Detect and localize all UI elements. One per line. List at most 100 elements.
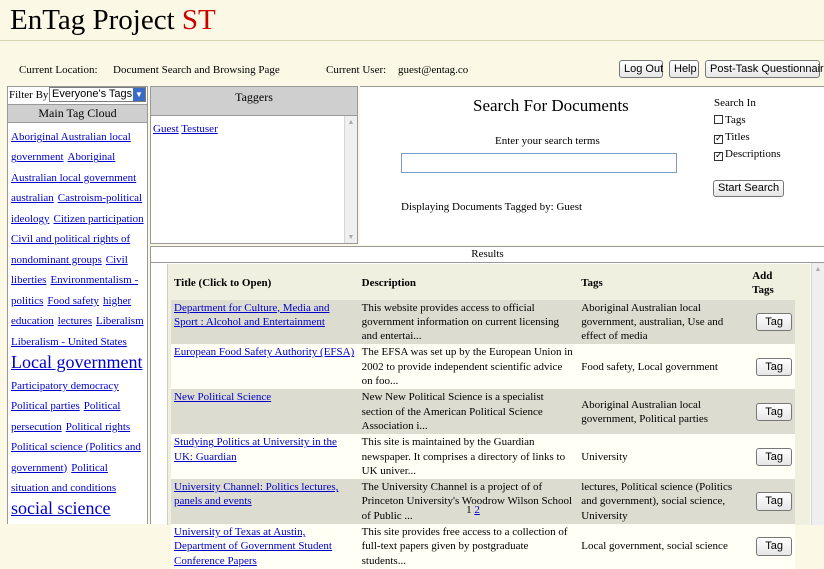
tag-cloud-item[interactable]: lectures	[58, 315, 92, 327]
add-tag-button[interactable]: Tag	[756, 312, 792, 332]
filter-label: Filter By:	[9, 89, 52, 101]
result-add-tag-cell: Tag	[749, 299, 795, 345]
descriptions-checkbox-label: Descriptions	[725, 148, 781, 160]
tag-cloud-item[interactable]: australian	[11, 192, 54, 204]
app-title-accent: ST	[181, 4, 216, 36]
column-header-add-tags: Add Tags	[752, 270, 774, 297]
result-description: This website provides access to official…	[358, 299, 579, 345]
tag-cloud-panel: Filter By: Everyone's Tags ▼ Main Tag Cl…	[7, 86, 148, 524]
result-add-tag-cell: Tag	[749, 344, 795, 390]
taggers-scrollbar[interactable]: ▲ ▼	[344, 116, 357, 243]
table-row: Studying Politics at University in the U…	[171, 434, 795, 480]
table-row: Department for Culture, Media and Sport …	[171, 299, 795, 345]
result-tags: Aboriginal Australian local government, …	[578, 389, 750, 435]
tag-cloud-item[interactable]: Liberalism	[96, 315, 144, 327]
tag-cloud-item[interactable]: Citizen participation	[54, 213, 144, 225]
search-hint: Enter your search terms	[495, 135, 600, 147]
result-title-link[interactable]: New Political Science	[174, 391, 271, 403]
result-tags: Aboriginal Australian local government, …	[578, 299, 750, 345]
descriptions-checkbox[interactable]: ✓	[714, 152, 723, 161]
tag-cloud-item[interactable]: Food safety	[47, 295, 99, 307]
search-title: Search For Documents	[473, 96, 629, 115]
search-in-options: Search In Tags ✓ Titles ✓ Descriptions	[714, 95, 781, 163]
help-button[interactable]: Help	[669, 60, 699, 78]
result-description: This site provides free access to a coll…	[358, 524, 579, 569]
results-scrollbar[interactable]: ▲	[811, 263, 824, 525]
tag-cloud-item[interactable]: Political parties	[11, 400, 80, 412]
result-description: New New Political Science is a specialis…	[358, 389, 579, 435]
tag-cloud-item[interactable]: social science	[11, 498, 110, 518]
taggers-panel: Taggers Guest Testuser ▲ ▼	[150, 86, 358, 244]
current-location-value: Document Search and Browsing Page	[113, 64, 280, 76]
tag-cloud-item[interactable]: Liberalism - United States	[11, 336, 127, 348]
result-title-cell: Department for Culture, Media and Sport …	[171, 299, 359, 345]
page-2-link[interactable]: 2	[474, 504, 480, 516]
result-add-tag-cell: Tag	[749, 389, 795, 435]
filter-selected-value: Everyone's Tags	[52, 88, 133, 100]
search-input[interactable]	[401, 153, 677, 173]
result-description: The EFSA was set up by the European Unio…	[358, 344, 579, 390]
filter-row: Filter By: Everyone's Tags ▼	[8, 87, 147, 103]
tags-checkbox-label: Tags	[725, 114, 746, 126]
results-header-row: Title (Click to Open) Description Tags A…	[171, 267, 795, 300]
search-in-label: Search In	[714, 97, 756, 109]
result-title-link[interactable]: University of Texas at Austin, Departmen…	[174, 526, 332, 567]
app-title-main: EnTag Project	[10, 4, 182, 36]
displaying-tagged-by: Displaying Documents Tagged by: Guest	[401, 201, 583, 213]
search-in-tags-option[interactable]: Tags	[714, 112, 781, 129]
app-header: EnTag Project ST	[0, 0, 824, 41]
search-panel: Search For Documents Enter your search t…	[360, 86, 824, 245]
result-title-link[interactable]: European Food Safety Authority (EFSA)	[174, 346, 354, 358]
result-title-cell: University Channel: Politics lectures, p…	[171, 479, 359, 525]
result-add-tag-cell: Tag	[749, 524, 795, 569]
result-description: This site is maintained by the Guardian …	[358, 434, 579, 480]
add-tag-button[interactable]: Tag	[756, 402, 792, 421]
search-in-titles-option[interactable]: ✓ Titles	[714, 129, 781, 146]
column-header-description: Description	[361, 277, 417, 290]
filter-select[interactable]: Everyone's Tags ▼	[49, 87, 146, 102]
add-tag-button[interactable]: Tag	[756, 357, 792, 377]
taggers-list: Guest Testuser	[153, 123, 218, 135]
column-header-tags: Tags	[581, 277, 603, 290]
logout-button[interactable]: Log Out	[619, 60, 663, 78]
tags-checkbox[interactable]	[714, 115, 723, 124]
chevron-down-icon[interactable]: ▼	[133, 88, 145, 101]
titles-checkbox[interactable]: ✓	[714, 135, 723, 144]
titles-checkbox-label: Titles	[725, 131, 750, 143]
result-title-link[interactable]: Department for Culture, Media and Sport …	[174, 302, 329, 328]
start-search-button[interactable]: Start Search	[713, 180, 785, 197]
add-tag-button[interactable]: Tag	[756, 537, 792, 556]
tagger-testuser-link[interactable]: Testuser	[181, 123, 218, 135]
result-tags: Food safety, Local government	[578, 344, 750, 390]
result-add-tag-cell: Tag	[749, 434, 795, 480]
add-tag-button[interactable]: Tag	[756, 447, 792, 466]
results-box: Title (Click to Open) Description Tags A…	[167, 264, 810, 569]
table-row: University Channel: Politics lectures, p…	[171, 479, 795, 525]
table-row: University of Texas at Austin, Departmen…	[171, 524, 795, 569]
result-tags: University	[578, 434, 750, 480]
current-user-value: guest@entag.co	[398, 64, 469, 76]
tagger-guest-link[interactable]: Guest	[153, 123, 179, 135]
results-panel: Results Title (Click to Open) Descriptio…	[150, 246, 824, 569]
scroll-down-icon[interactable]: ▼	[345, 231, 357, 243]
result-description: The University Channel is a project of o…	[358, 479, 579, 525]
result-title-cell: European Food Safety Authority (EFSA)	[171, 344, 359, 390]
tag-cloud-header: Main Tag Cloud	[8, 104, 147, 123]
result-title-cell: New Political Science	[171, 389, 359, 435]
result-title-link[interactable]: Studying Politics at University in the U…	[174, 436, 337, 462]
column-header-title: Title (Click to Open)	[174, 277, 272, 290]
scroll-up-icon[interactable]: ▲	[345, 116, 357, 128]
scroll-up-icon[interactable]: ▲	[812, 263, 824, 275]
page-1-current: 1	[466, 504, 472, 516]
pagination: 1 2	[168, 504, 778, 516]
result-tags: Local government, social science	[578, 524, 750, 569]
post-task-questionnaire-button[interactable]: Post-Task Questionnaire	[705, 60, 824, 78]
tag-cloud-item[interactable]: Local government	[11, 352, 142, 372]
result-add-tag-cell: Tag	[749, 479, 795, 525]
app-title: EnTag Project ST	[10, 4, 216, 37]
current-user-label: Current User:	[326, 64, 387, 76]
tag-cloud-item[interactable]: Participatory democracy	[11, 380, 119, 392]
result-title-cell: University of Texas at Austin, Departmen…	[171, 524, 359, 569]
search-in-descriptions-option[interactable]: ✓ Descriptions	[714, 146, 781, 163]
tag-cloud-item[interactable]: Political rights	[66, 421, 130, 433]
